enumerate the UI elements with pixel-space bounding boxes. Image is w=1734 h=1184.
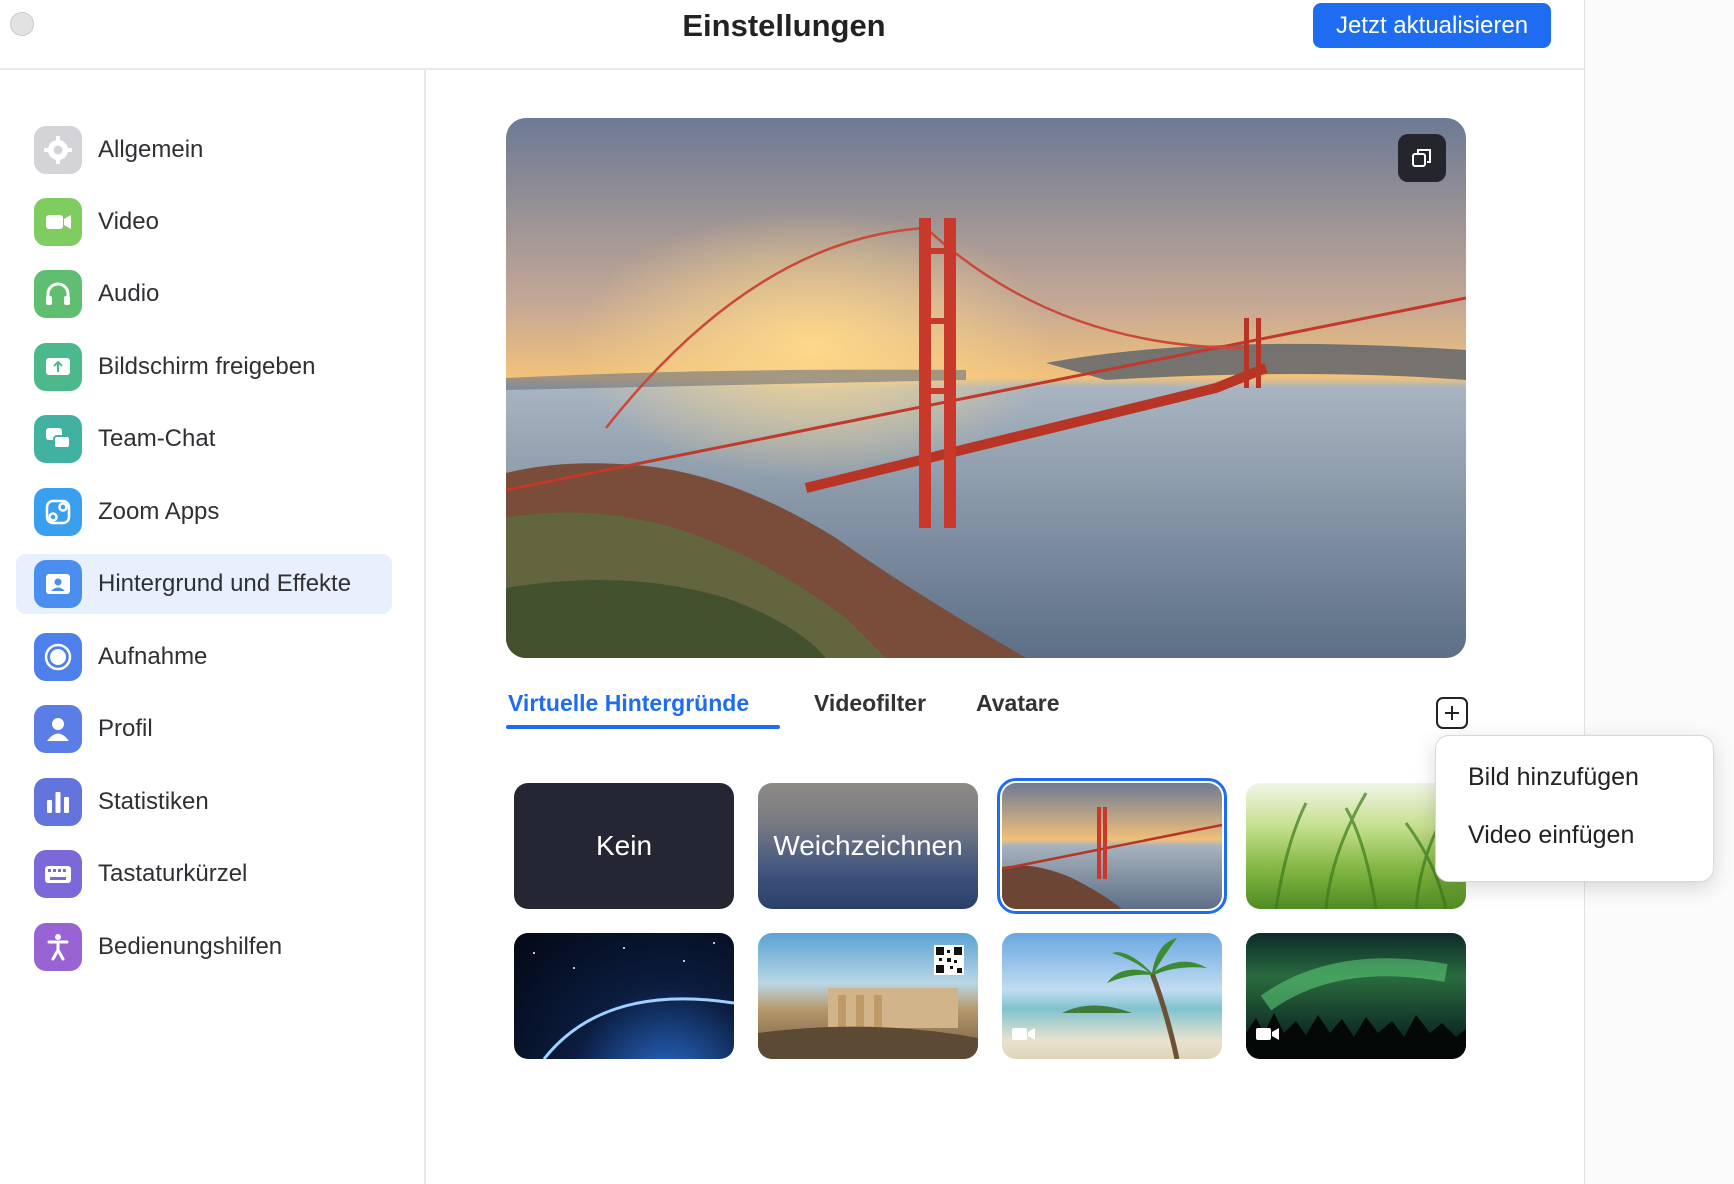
sidebar-item-label: Statistiken xyxy=(98,788,209,815)
sidebar-item-team-chat[interactable]: Team-Chat xyxy=(16,409,392,469)
background-earth-space[interactable] xyxy=(514,933,734,1059)
video-badge-icon xyxy=(1256,1026,1280,1047)
accessibility-icon xyxy=(34,923,82,971)
background-ruins[interactable] xyxy=(758,933,978,1059)
sidebar-item-video[interactable]: Video xyxy=(16,192,392,252)
menu-item-add-image[interactable]: Bild hinzufügen xyxy=(1468,763,1639,792)
sidebar-item-bildschirm-freigeben[interactable]: Bildschirm freigeben xyxy=(16,337,392,397)
video-camera-icon xyxy=(34,198,82,246)
settings-window: Einstellungen Jetzt aktualisieren Allgem… xyxy=(0,0,1584,1184)
sidebar-item-bedienungshilfen[interactable]: Bedienungshilfen xyxy=(16,917,392,977)
sidebar-item-label: Tastaturkürzel xyxy=(98,860,248,887)
sidebar-item-label: Zoom Apps xyxy=(98,498,220,525)
tab-avatare[interactable]: Avatare xyxy=(976,690,1060,717)
share-screen-icon xyxy=(34,343,82,391)
sidebar-item-label: Profil xyxy=(98,715,153,742)
apps-icon xyxy=(34,488,82,536)
sidebar-item-label: Audio xyxy=(98,280,160,307)
record-icon xyxy=(34,633,82,681)
sidebar-item-audio[interactable]: Audio xyxy=(16,264,392,324)
background-grass[interactable] xyxy=(1246,783,1466,909)
background-beach[interactable] xyxy=(1002,933,1222,1059)
sidebar-item-tastaturkuerzel[interactable]: Tastaturkürzel xyxy=(16,844,392,904)
background-blur-label: Weichzeichnen xyxy=(773,830,963,861)
background-none-label: Kein xyxy=(595,830,653,861)
sidebar-item-label: Bedienungshilfen xyxy=(98,933,283,960)
desktop-background xyxy=(1584,0,1734,1184)
sidebar-item-hintergrund-und-effekte[interactable]: Hintergrund und Effekte xyxy=(16,554,392,614)
background-none[interactable]: Kein xyxy=(514,783,734,909)
keyboard-icon xyxy=(34,850,82,898)
sidebar-item-label: Video xyxy=(98,208,159,235)
portrait-icon xyxy=(34,560,82,608)
menu-item-add-video[interactable]: Video einfügen xyxy=(1468,821,1634,850)
sidebar-item-profil[interactable]: Profil xyxy=(16,699,392,759)
sidebar-item-allgemein[interactable]: Allgemein xyxy=(16,120,392,180)
background-golden-gate[interactable] xyxy=(997,778,1227,914)
active-tab-indicator xyxy=(506,725,780,729)
person-icon xyxy=(34,705,82,753)
sidebar-item-zoom-apps[interactable]: Zoom Apps xyxy=(16,482,392,542)
background-blur[interactable]: Weichzeichnen xyxy=(758,783,978,909)
main-panel: Virtuelle Hintergründe Videofilter Avata… xyxy=(426,70,1584,1184)
plus-icon xyxy=(1445,706,1459,720)
sidebar-item-label: Allgemein xyxy=(98,136,204,163)
background-aurora[interactable] xyxy=(1246,933,1466,1059)
chat-bubbles-icon xyxy=(34,415,82,463)
add-background-button[interactable] xyxy=(1436,697,1468,729)
sidebar-item-statistiken[interactable]: Statistiken xyxy=(16,772,392,832)
qr-code-icon xyxy=(934,945,964,975)
background-preview xyxy=(506,118,1466,658)
headphones-icon xyxy=(34,270,82,318)
gear-icon xyxy=(34,126,82,174)
video-badge-icon xyxy=(1012,1026,1036,1047)
sidebar-item-aufnahme[interactable]: Aufnahme xyxy=(16,627,392,687)
sidebar: Allgemein Video Audio Bildschirm freigeb… xyxy=(0,70,426,1184)
sidebar-item-label: Aufnahme xyxy=(98,643,208,670)
sidebar-item-label: Hintergrund und Effekte xyxy=(98,570,352,597)
tab-videofilter[interactable]: Videofilter xyxy=(814,690,926,717)
update-now-button[interactable]: Jetzt aktualisieren xyxy=(1313,3,1551,48)
bar-chart-icon xyxy=(34,778,82,826)
tab-virtuelle-hintergruende[interactable]: Virtuelle Hintergründe xyxy=(508,690,749,717)
sidebar-item-label: Team-Chat xyxy=(98,425,216,452)
sidebar-item-label: Bildschirm freigeben xyxy=(98,353,316,380)
title-bar: Einstellungen Jetzt aktualisieren xyxy=(0,0,1584,70)
rotate-icon[interactable] xyxy=(1398,134,1446,182)
add-background-menu: Bild hinzufügen Video einfügen xyxy=(1435,735,1714,882)
